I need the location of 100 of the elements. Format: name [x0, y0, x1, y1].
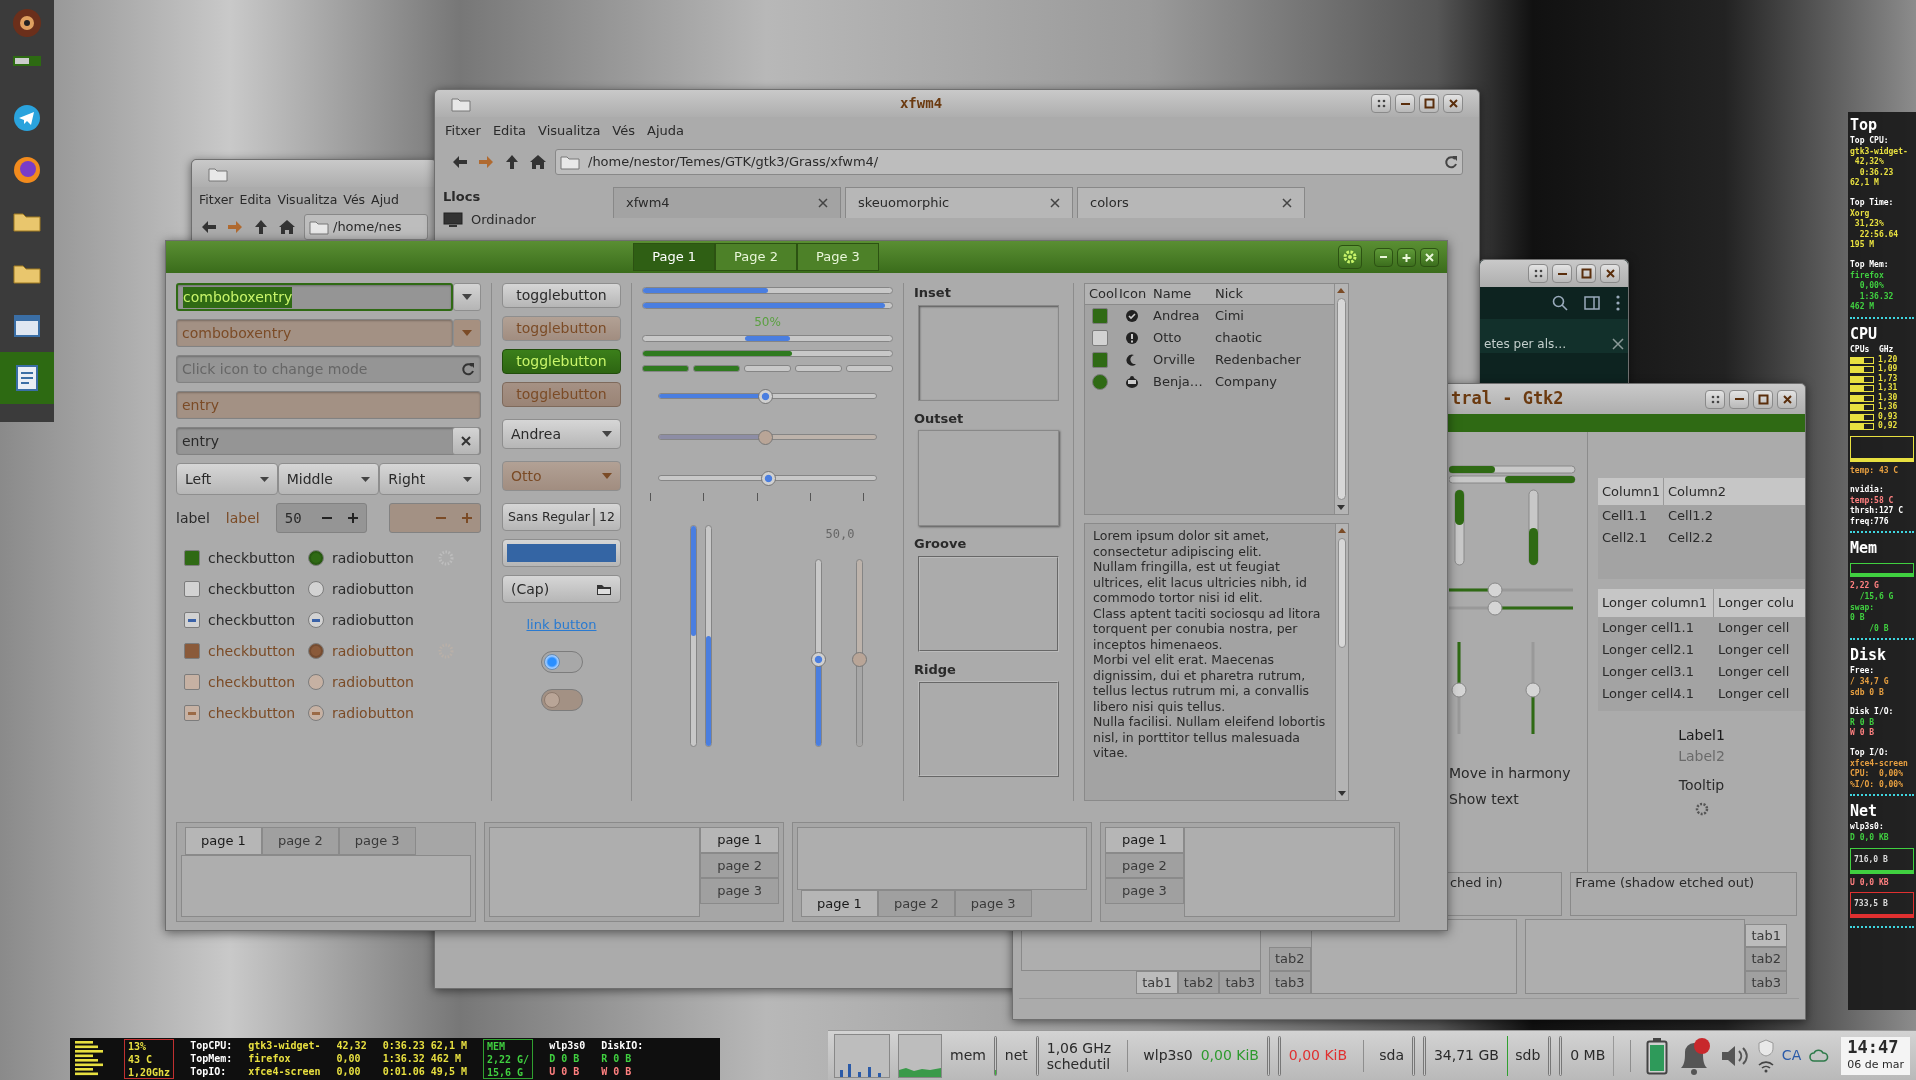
- menu-item[interactable]: Fitxer: [196, 191, 237, 210]
- tab[interactable]: page 2: [1105, 852, 1184, 878]
- column-header[interactable]: Longer colu: [1714, 589, 1798, 617]
- path-bar[interactable]: /home/nestor/Temes/GTK/gtk3/Grass/xfwm4/: [555, 148, 1463, 175]
- sidebar-item[interactable]: Ordinador: [471, 210, 536, 230]
- clock-date[interactable]: 06 de mar: [1847, 1055, 1904, 1073]
- dropdown-button[interactable]: Right: [379, 463, 481, 495]
- toggle-button[interactable]: togglebutton: [502, 349, 621, 374]
- minimize-button[interactable]: [1395, 94, 1415, 113]
- menu-item[interactable]: Ajud: [368, 191, 402, 210]
- close-button[interactable]: [1777, 389, 1797, 409]
- slider-thumb[interactable]: [811, 651, 826, 667]
- checkbox[interactable]: [1092, 351, 1108, 368]
- cpu-graph-icon[interactable]: [834, 1033, 890, 1078]
- spin-field[interactable]: 50: [275, 503, 368, 533]
- tab[interactable]: tab1: [1745, 923, 1787, 947]
- tab[interactable]: Page 3: [796, 243, 879, 271]
- checkbox[interactable]: [1092, 329, 1108, 346]
- settings-button[interactable]: [1338, 245, 1362, 269]
- color-button[interactable]: [502, 539, 621, 567]
- tab[interactable]: page 1: [185, 827, 262, 855]
- minimize-button[interactable]: [1374, 247, 1393, 267]
- window-menu-button[interactable]: [1705, 389, 1725, 409]
- close-button[interactable]: [1420, 247, 1439, 267]
- checkbox[interactable]: [1092, 307, 1108, 324]
- column-header[interactable]: Column2: [1664, 477, 1731, 506]
- cloud-icon[interactable]: [1809, 1047, 1830, 1064]
- menu-item[interactable]: Visualitza: [532, 121, 607, 141]
- radio-button[interactable]: [308, 581, 324, 597]
- menu-item[interactable]: Visualitza: [274, 191, 341, 210]
- tab[interactable]: page 3: [338, 827, 416, 855]
- tab[interactable]: page 2: [877, 889, 955, 917]
- scrollbar[interactable]: [1334, 284, 1348, 514]
- launcher[interactable]: [0, 352, 54, 404]
- radio-button[interactable]: [308, 550, 324, 566]
- tab[interactable]: page 2: [700, 852, 779, 878]
- tab[interactable]: tab2: [1745, 947, 1787, 971]
- battery-icon[interactable]: [1645, 1036, 1668, 1075]
- maximize-button[interactable]: [1576, 264, 1596, 283]
- scrollbar-thumb[interactable]: [1337, 298, 1346, 500]
- column-header[interactable]: Column1: [1598, 477, 1664, 506]
- column-header[interactable]: Cool: [1085, 284, 1115, 304]
- menu-item[interactable]: Vés: [606, 121, 641, 141]
- slider-thumb[interactable]: [760, 471, 776, 486]
- dropdown-button[interactable]: Andrea: [502, 419, 621, 449]
- file-chooser-button[interactable]: (Cap): [502, 575, 621, 603]
- column-header[interactable]: Name: [1149, 284, 1211, 304]
- combo-entry[interactable]: comboboxentry: [176, 283, 453, 311]
- scrollbar[interactable]: [1335, 524, 1348, 800]
- tab[interactable]: colors: [1077, 186, 1305, 218]
- tab[interactable]: page 3: [954, 889, 1032, 917]
- path-bar[interactable]: /home/nes: [304, 213, 428, 240]
- clock-time[interactable]: 14:47: [1847, 1038, 1904, 1056]
- slider-thumb[interactable]: [758, 389, 774, 404]
- toggle-button[interactable]: togglebutton: [502, 283, 621, 308]
- checkbox[interactable]: [184, 612, 200, 628]
- radio-button[interactable]: [1092, 373, 1108, 390]
- clear-button[interactable]: [452, 427, 480, 455]
- window-menu-button[interactable]: [1528, 264, 1548, 283]
- text-field[interactable]: entry: [176, 427, 481, 455]
- maximize-button[interactable]: [1419, 94, 1439, 113]
- tab[interactable]: Page 2: [715, 243, 797, 271]
- tab[interactable]: page 3: [700, 878, 779, 904]
- window-menu-button[interactable]: [1371, 94, 1391, 113]
- checkbox[interactable]: [184, 550, 200, 566]
- menu-item[interactable]: Ajuda: [641, 121, 690, 141]
- network-graph-icon[interactable]: [898, 1033, 942, 1078]
- column-header[interactable]: Longer column1: [1598, 589, 1714, 617]
- tab[interactable]: tab3: [1219, 970, 1261, 994]
- close-button[interactable]: [1600, 264, 1620, 283]
- scrollbar-thumb[interactable]: [1338, 538, 1346, 649]
- tab[interactable]: xfwm4: [613, 186, 841, 218]
- toggle-switch[interactable]: [540, 650, 583, 673]
- dropdown-button[interactable]: Left: [176, 463, 278, 495]
- column-header[interactable]: Nick: [1211, 284, 1247, 304]
- tab[interactable]: tab3: [1745, 970, 1787, 994]
- tab[interactable]: tab3: [1269, 970, 1311, 994]
- dropdown-button[interactable]: [453, 283, 481, 311]
- font-button[interactable]: Sans Regular 12: [502, 503, 621, 531]
- tab[interactable]: page 3: [1105, 878, 1184, 904]
- tab[interactable]: tab2: [1269, 947, 1311, 971]
- menu-item[interactable]: Edita: [486, 121, 533, 141]
- wifi-icon[interactable]: [1757, 1060, 1774, 1073]
- tab[interactable]: page 2: [261, 827, 339, 855]
- dropdown-button[interactable]: Middle: [277, 463, 380, 495]
- maximize-button[interactable]: [1753, 389, 1773, 409]
- menu-item[interactable]: Fitxer: [439, 121, 487, 141]
- tab[interactable]: page 1: [1105, 827, 1184, 853]
- minimize-button[interactable]: [1552, 264, 1572, 283]
- menu-item[interactable]: Vés: [340, 191, 369, 210]
- checkbox[interactable]: [184, 581, 200, 597]
- radio-button[interactable]: [308, 612, 324, 628]
- tab[interactable]: page 1: [700, 827, 779, 853]
- tab[interactable]: Page 1: [633, 243, 716, 271]
- menu-item[interactable]: Edita: [236, 191, 275, 210]
- tab[interactable]: tab1: [1136, 970, 1178, 994]
- maximize-button[interactable]: [1397, 247, 1416, 267]
- tab[interactable]: page 1: [801, 889, 878, 917]
- tab[interactable]: skeuomorphic: [845, 186, 1073, 218]
- close-button[interactable]: [1443, 94, 1463, 113]
